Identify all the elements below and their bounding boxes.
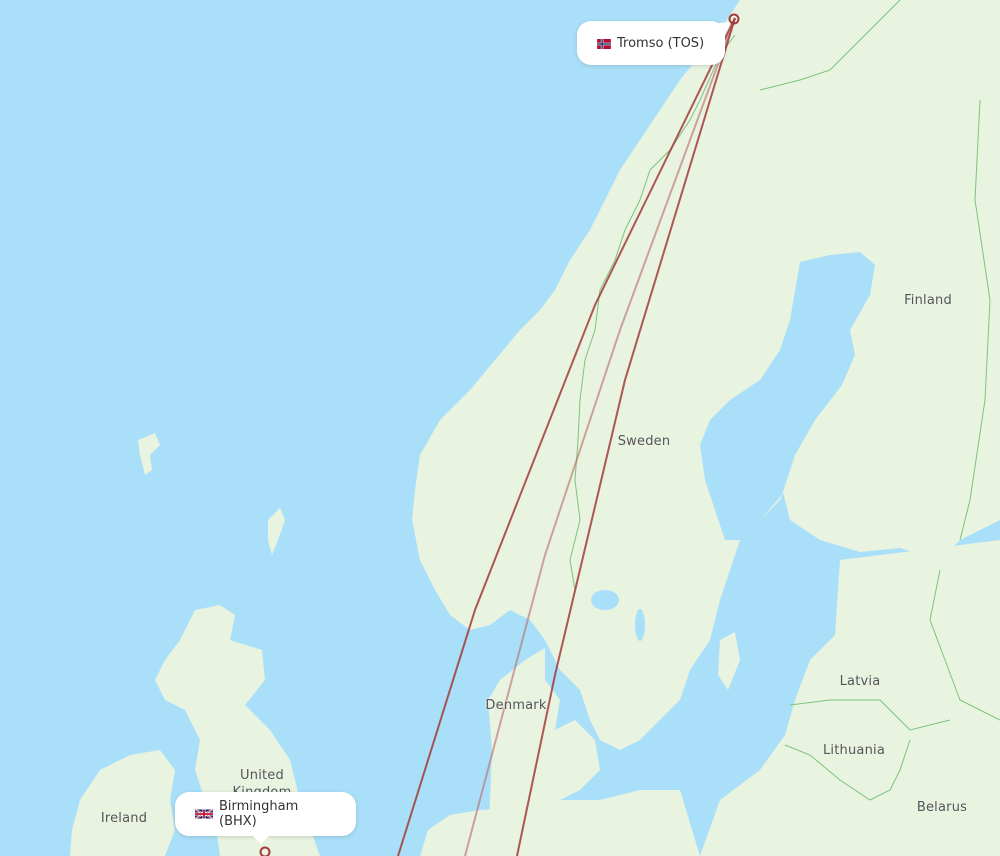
map-canvas[interactable] bbox=[0, 0, 1000, 856]
gb-flag-icon bbox=[194, 808, 214, 820]
destination-label: Tromso (TOS) bbox=[617, 35, 705, 51]
destination-popup[interactable]: Tromso (TOS) bbox=[577, 17, 734, 65]
label-sweden: Sweden bbox=[617, 434, 671, 449]
lake-vattern bbox=[635, 609, 645, 641]
no-flag-icon bbox=[597, 38, 611, 49]
label-lithuania: Lithuania bbox=[822, 743, 886, 758]
label-denmark: Denmark bbox=[485, 698, 547, 713]
label-ireland: Ireland bbox=[100, 811, 148, 826]
label-finland: Finland bbox=[904, 293, 952, 308]
origin-label: Birmingham (BHX) bbox=[219, 799, 299, 829]
label-latvia: Latvia bbox=[839, 674, 881, 689]
origin-popup[interactable]: Birmingham (BHX) bbox=[175, 792, 356, 844]
label-belarus: Belarus bbox=[916, 800, 968, 815]
popup-tail bbox=[253, 836, 269, 844]
lake-vanern bbox=[591, 590, 619, 610]
label-united: United bbox=[240, 768, 284, 783]
